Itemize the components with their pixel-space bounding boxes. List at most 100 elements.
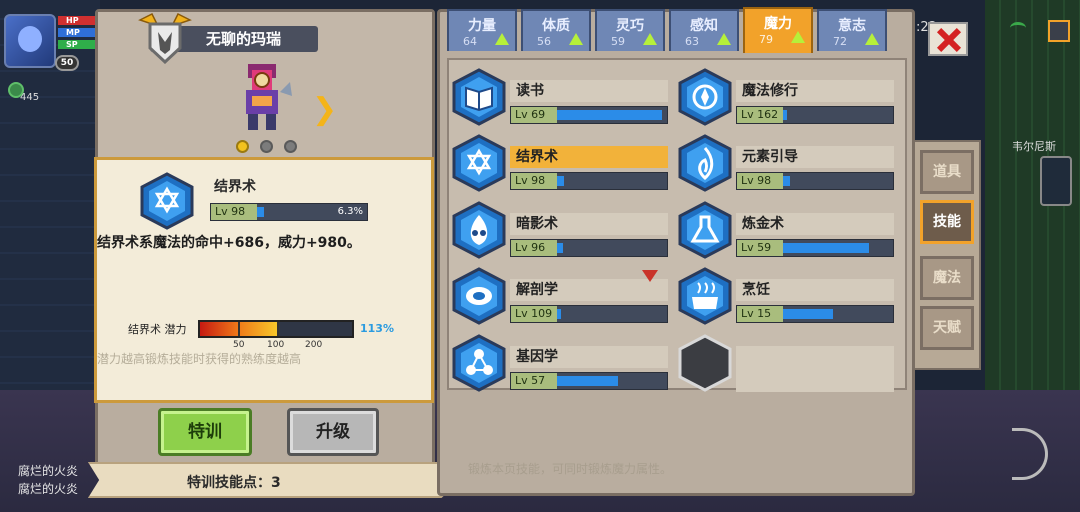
tab-value: 79 [759, 33, 773, 46]
skill-progress: Lv 109 [510, 305, 668, 323]
skill-name: 结界术 [510, 146, 668, 168]
tab-value: 63 [685, 35, 699, 48]
training-points-text: 特训技能点： [187, 475, 271, 491]
close-icon[interactable] [928, 22, 968, 56]
skill-detail-percent: 6.3% [337, 206, 363, 217]
side-tab-talents[interactable]: 天赋 [920, 306, 974, 350]
empty-slot-name [736, 346, 894, 392]
skill-name: 暗影术 [510, 213, 668, 235]
next-character-button[interactable]: ❯ [312, 92, 337, 127]
tab-perception[interactable]: 感知 63 [669, 9, 739, 51]
skill-progress-fill [557, 376, 618, 386]
skill-detail-description: 结界术系魔法的命中+686，威力+980。 [97, 235, 361, 251]
side-tab-items[interactable]: 道具 [920, 150, 974, 194]
log-line: 腐烂的火炎 [18, 482, 79, 496]
mp-bar: MP [58, 28, 98, 37]
flask-icon [678, 201, 732, 259]
skill-progress-fill [783, 110, 787, 120]
menu-icon[interactable] [1048, 20, 1070, 42]
skill-level: Lv 15 [737, 306, 783, 322]
warning-down-arrow-icon [642, 270, 658, 282]
skill-genetics[interactable]: 基因学 Lv 57 [452, 332, 670, 394]
side-tab-skills[interactable]: 技能 [920, 200, 974, 244]
tab-value: 56 [537, 35, 551, 48]
element-icon [678, 134, 732, 192]
skill-empty-slot [678, 332, 896, 394]
character-sprite [246, 64, 292, 130]
tab-label: 魔力 [764, 16, 792, 32]
tab-label: 意志 [838, 18, 866, 34]
upgrade-button[interactable]: 升级 [287, 408, 379, 456]
skill-element-channel[interactable]: 元素引导 Lv 98 [678, 132, 896, 194]
sp-bar: SP [58, 40, 98, 49]
skill-progress-fill [783, 176, 790, 186]
skill-progress-fill [557, 110, 662, 120]
tab-strength[interactable]: 力量 64 [447, 9, 517, 51]
level-up-arrow-icon [791, 31, 805, 43]
skill-name: 基因学 [510, 346, 668, 368]
player-level-badge: 50 [55, 55, 79, 71]
skull-icon [452, 201, 506, 259]
skill-level: Lv 57 [511, 373, 557, 389]
skill-shadow[interactable]: 暗影术 Lv 96 [452, 199, 670, 261]
level-up-arrow-icon [569, 33, 583, 45]
meat-icon [452, 267, 506, 325]
skill-progress: Lv 69 [510, 106, 668, 124]
potential-label: 结界术 潜力 [128, 323, 187, 336]
hp-bar: HP [58, 16, 98, 25]
potential-tick [238, 322, 240, 336]
skill-cooking[interactable]: 烹饪 Lv 15 [678, 265, 896, 327]
tab-willpower[interactable]: 意志 72 [817, 9, 887, 51]
skill-level: Lv 96 [511, 240, 557, 256]
log-line: 腐烂的火炎 [18, 464, 79, 478]
tab-magic[interactable]: 魔力 79 [743, 7, 813, 53]
skill-level: Lv 59 [737, 240, 783, 256]
page-dot[interactable] [260, 140, 273, 153]
skill-level: Lv 69 [511, 107, 557, 123]
level-up-arrow-icon [865, 33, 879, 45]
level-up-arrow-icon [495, 33, 509, 45]
skill-progress: Lv 59 [736, 239, 894, 257]
skill-progress: Lv 57 [510, 372, 668, 390]
skill-level: Lv 109 [511, 306, 557, 322]
skill-barrier[interactable]: 结界术 Lv 98 [452, 132, 670, 194]
skill-detail-progress: Lv 98 6.3% [210, 203, 368, 221]
skill-name: 炼金术 [736, 213, 894, 235]
level-up-arrow-icon [643, 33, 657, 45]
potential-percent: 113% [360, 322, 394, 335]
wolf-emblem-icon [138, 12, 192, 64]
skill-progress: Lv 98 [510, 172, 668, 190]
potential-tick-label: 200 [305, 340, 323, 350]
player-avatar[interactable] [4, 14, 56, 68]
skill-page-hint: 锻炼本页技能，可同时锻炼魔力属性。 [468, 462, 673, 476]
skill-name: 元素引导 [736, 146, 894, 168]
skill-magic-training[interactable]: 魔法修行 Lv 162 [678, 66, 896, 128]
tab-dexterity[interactable]: 灵巧 59 [595, 9, 665, 51]
level-up-arrow-icon [717, 33, 731, 45]
page-dot[interactable] [236, 140, 249, 153]
skill-progress: Lv 15 [736, 305, 894, 323]
skill-alchemy[interactable]: 炼金术 Lv 59 [678, 199, 896, 261]
barrier-icon [140, 172, 194, 230]
train-button[interactable]: 特训 [158, 408, 252, 456]
training-points-value: 3 [271, 475, 281, 491]
tab-label: 体质 [542, 18, 570, 34]
skill-progress: Lv 98 [736, 172, 894, 190]
side-tab-magic[interactable]: 魔法 [920, 256, 974, 300]
tab-constitution[interactable]: 体质 56 [521, 9, 591, 51]
tab-value: 64 [463, 35, 477, 48]
page-dot[interactable] [284, 140, 297, 153]
skill-progress-fill [557, 309, 561, 319]
gene-icon [452, 334, 506, 392]
skill-name: 解剖学 [510, 279, 668, 301]
skill-reading[interactable]: 读书 Lv 69 [452, 66, 670, 128]
skill-anatomy[interactable]: 解剖学 Lv 109 [452, 265, 670, 327]
skill-detail-level: Lv 98 [211, 204, 257, 220]
skill-level: Lv 98 [737, 173, 783, 189]
skill-name: 读书 [510, 80, 668, 102]
potential-bar [198, 320, 354, 338]
phone-icon[interactable] [1040, 156, 1072, 206]
potential-hint: 潜力越高锻炼技能时获得的熟练度越高 [97, 352, 302, 366]
skill-detail-progress-fill [257, 207, 264, 217]
potential-tick-label: 50 [233, 340, 245, 350]
